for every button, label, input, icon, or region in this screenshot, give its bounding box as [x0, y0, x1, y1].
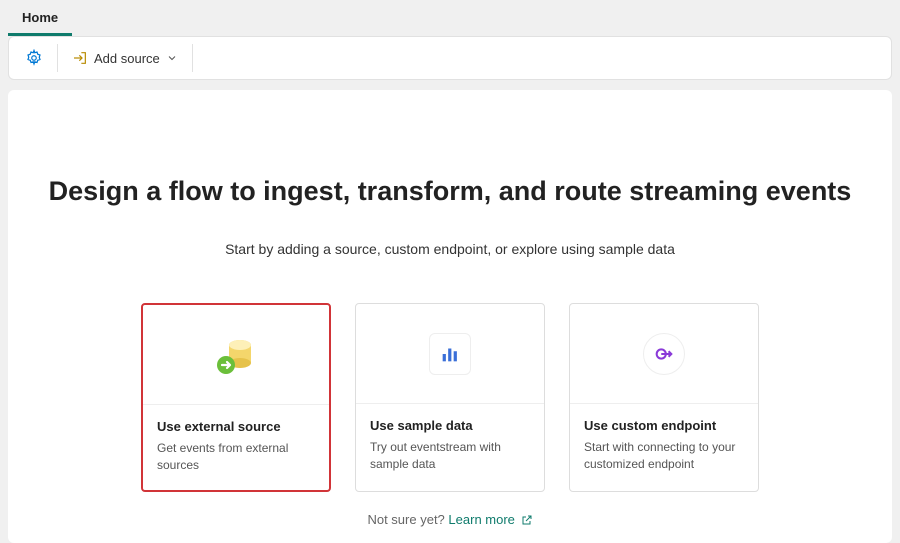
card-title: Use sample data — [370, 418, 530, 433]
toolbar-divider — [57, 44, 58, 72]
learn-more-link[interactable]: Learn more — [448, 512, 532, 527]
card-title: Use external source — [157, 419, 315, 434]
card-title: Use custom endpoint — [584, 418, 744, 433]
chevron-down-icon — [166, 52, 178, 64]
add-source-button[interactable]: Add source — [62, 44, 188, 72]
database-arrow-icon — [211, 330, 261, 380]
page-headline: Design a flow to ingest, transform, and … — [48, 176, 852, 207]
option-cards-row: Use external source Get events from exte… — [48, 303, 852, 492]
option-card-custom-endpoint[interactable]: Use custom endpoint Start with connectin… — [569, 303, 759, 492]
card-desc: Start with connecting to your customized… — [584, 439, 744, 473]
external-link-icon — [521, 514, 533, 526]
footer-prompt: Not sure yet? — [367, 512, 444, 527]
icon-tile — [643, 333, 685, 375]
settings-button[interactable] — [15, 43, 53, 73]
card-desc: Get events from external sources — [157, 440, 315, 474]
toolbar: Add source — [8, 36, 892, 80]
option-card-external-source[interactable]: Use external source Get events from exte… — [141, 303, 331, 492]
tab-home-label: Home — [22, 10, 58, 25]
tab-bar: Home — [0, 0, 900, 36]
bar-chart-icon — [439, 343, 461, 365]
main-content: Design a flow to ingest, transform, and … — [8, 90, 892, 543]
card-desc: Try out eventstream with sample data — [370, 439, 530, 473]
card-icon-area — [570, 304, 758, 404]
card-body: Use custom endpoint Start with connectin… — [570, 404, 758, 489]
card-body: Use sample data Try out eventstream with… — [356, 404, 544, 489]
card-body: Use external source Get events from exte… — [143, 405, 329, 490]
footer-line: Not sure yet? Learn more — [48, 512, 852, 527]
learn-more-label: Learn more — [448, 512, 514, 527]
toolbar-divider-2 — [192, 44, 193, 72]
ingest-icon — [72, 50, 88, 66]
card-icon-area — [143, 305, 329, 405]
option-card-sample-data[interactable]: Use sample data Try out eventstream with… — [355, 303, 545, 492]
card-icon-area — [356, 304, 544, 404]
add-source-label: Add source — [94, 51, 160, 66]
icon-tile — [429, 333, 471, 375]
tab-home[interactable]: Home — [8, 2, 72, 36]
gear-icon — [25, 49, 43, 67]
endpoint-icon — [653, 343, 675, 365]
page-subtext: Start by adding a source, custom endpoin… — [48, 241, 852, 257]
